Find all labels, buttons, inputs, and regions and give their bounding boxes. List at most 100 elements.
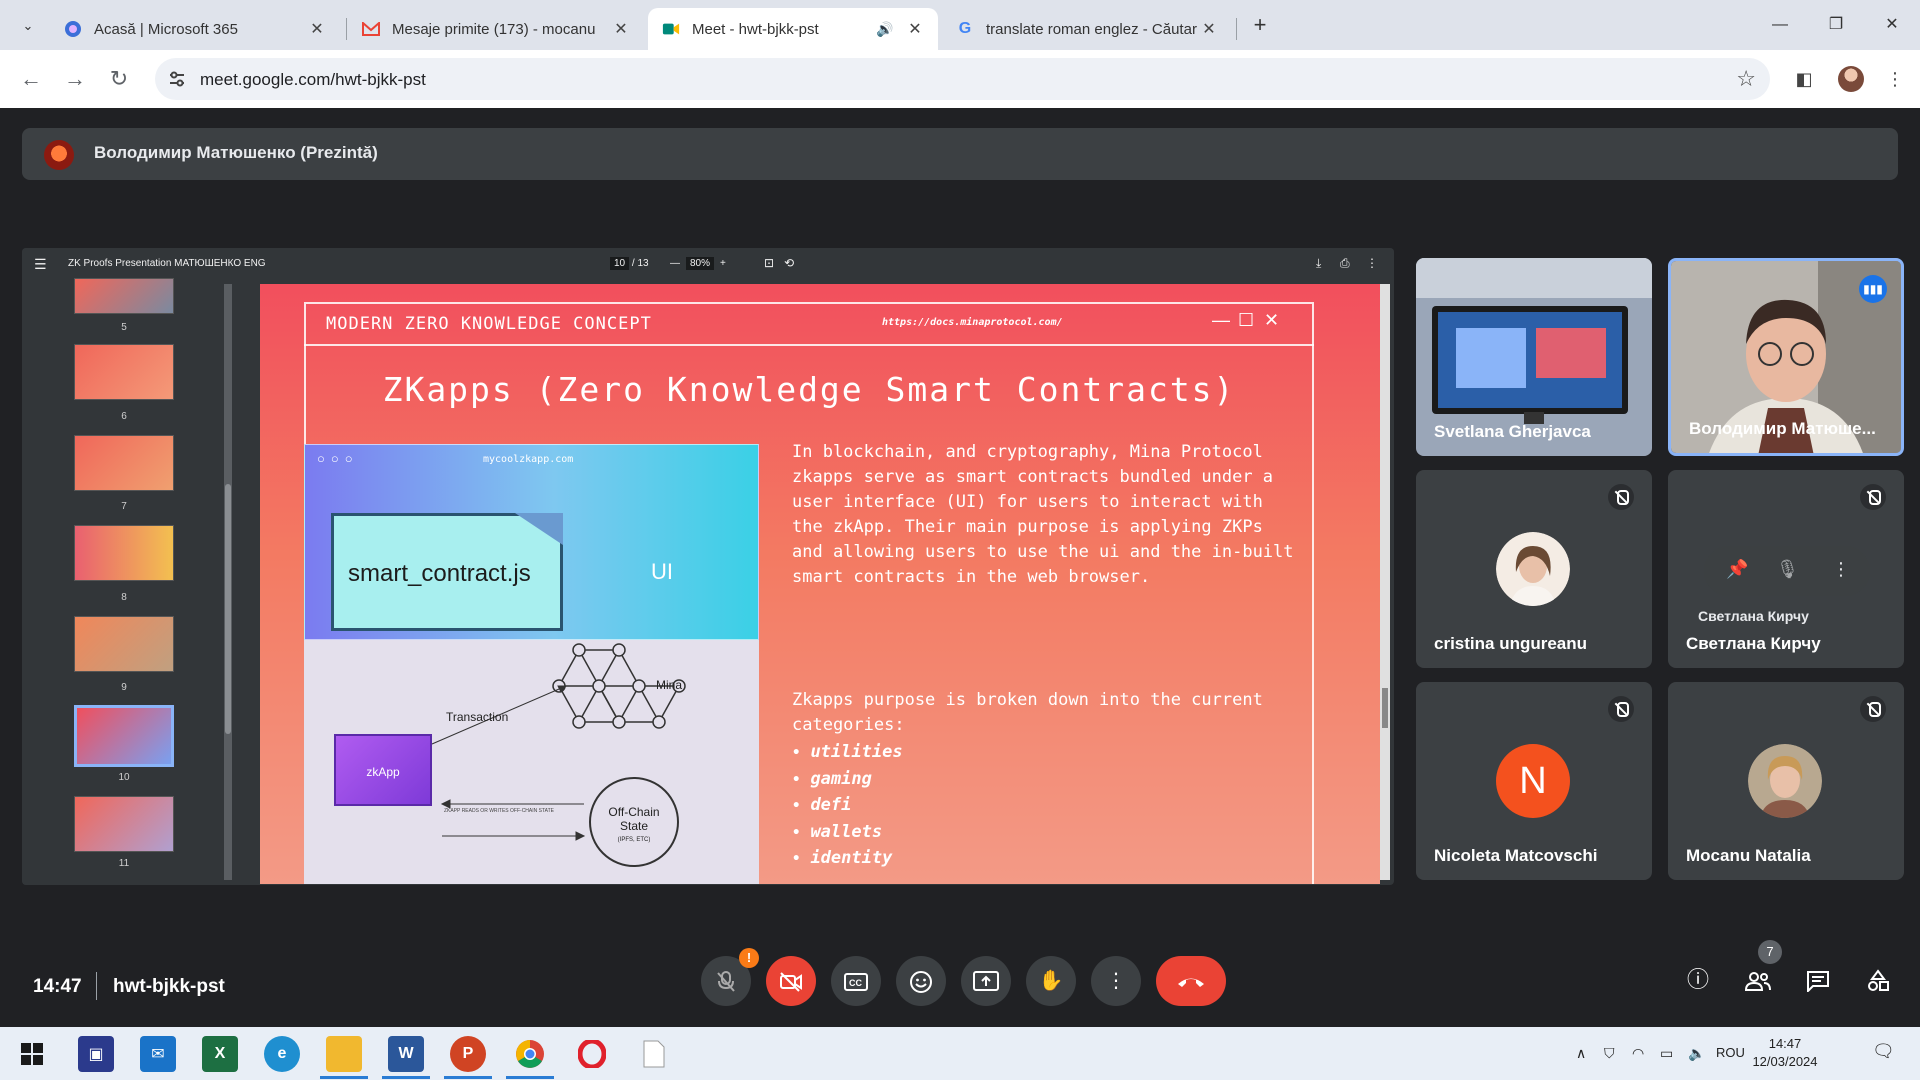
- captions-button[interactable]: CC: [831, 956, 881, 1006]
- tab-gmail[interactable]: Mesaje primite (173) - mocanu ✕: [348, 8, 644, 50]
- new-tab-button[interactable]: +: [1246, 11, 1274, 39]
- window-dots-icon: ○○○: [317, 451, 359, 466]
- page-indicator[interactable]: 10 / 13: [610, 257, 649, 270]
- slide-minimize-icon: —: [1212, 310, 1230, 330]
- tab-meet[interactable]: Meet - hwt-bjkk-pst 🔊 ✕: [648, 8, 938, 50]
- thumbnail-page[interactable]: [74, 616, 174, 672]
- participant-tile-active-speaker[interactable]: ▮▮▮ Володимир Матюше...: [1668, 258, 1904, 456]
- file-explorer-icon[interactable]: [326, 1036, 362, 1072]
- browser-tab-strip: ⌄ Acasă | Microsoft 365 ✕ Mesaje primite…: [0, 0, 1920, 50]
- browser-toolbar: ← → ↻ meet.google.com/hwt-bjkk-pst ☆ ◧ ⋮: [0, 50, 1920, 108]
- download-icon[interactable]: ⤓: [1316, 256, 1321, 271]
- reactions-button[interactable]: [896, 956, 946, 1006]
- zoom-in-icon[interactable]: +: [720, 258, 726, 269]
- pdf-toolbar: ☰ ZK Proofs Presentation МАТЮШЕНКО ENG 1…: [22, 248, 1394, 280]
- close-window-button[interactable]: ✕: [1870, 10, 1914, 40]
- leave-call-button[interactable]: [1156, 956, 1226, 1006]
- speaker-icon[interactable]: 🔊: [874, 21, 896, 38]
- shared-screen-pdf-viewer[interactable]: ☰ ZK Proofs Presentation МАТЮШЕНКО ENG 1…: [22, 248, 1394, 885]
- mail-icon[interactable]: ✉: [140, 1036, 176, 1072]
- page-number[interactable]: 10: [610, 257, 630, 270]
- volume-icon[interactable]: 🔈: [1688, 1045, 1705, 1062]
- show-hidden-icons-chevron-icon[interactable]: ∧: [1576, 1045, 1586, 1062]
- chrome-menu-icon[interactable]: ⋮: [1880, 64, 1910, 94]
- thumbnail-page[interactable]: [74, 278, 174, 314]
- participant-count-badge: 7: [1758, 940, 1782, 964]
- powerpoint-icon[interactable]: P: [450, 1036, 486, 1072]
- blank-document-icon[interactable]: [636, 1036, 672, 1072]
- chat-icon[interactable]: [1798, 960, 1838, 1000]
- participant-tile[interactable]: Svetlana Gherjavca: [1416, 258, 1652, 456]
- close-tab-icon[interactable]: ✕: [308, 19, 326, 39]
- page-scrollbar[interactable]: [1380, 284, 1390, 880]
- windows-start-icon[interactable]: [14, 1036, 50, 1072]
- participant-tile[interactable]: cristina ungureanu: [1416, 470, 1652, 668]
- zoom-level[interactable]: 80%: [686, 257, 715, 270]
- more-options-icon[interactable]: ⋮: [1832, 559, 1850, 580]
- menu-icon[interactable]: ☰: [34, 256, 47, 273]
- more-options-button[interactable]: ⋮: [1091, 956, 1141, 1006]
- notifications-icon[interactable]: 🗨: [1872, 1041, 1895, 1062]
- opera-icon[interactable]: [574, 1036, 610, 1072]
- address-bar[interactable]: meet.google.com/hwt-bjkk-pst ☆: [155, 58, 1770, 100]
- close-tab-icon[interactable]: ✕: [612, 19, 630, 39]
- thumbnail-scrollbar[interactable]: [224, 284, 232, 880]
- side-panel-icon[interactable]: ◧: [1789, 64, 1819, 94]
- people-icon[interactable]: [1738, 960, 1778, 1000]
- system-clock[interactable]: 14:47 12/03/2024: [1745, 1035, 1825, 1071]
- raise-hand-button[interactable]: ✋: [1026, 956, 1076, 1006]
- thumbnail-page[interactable]: [74, 525, 174, 581]
- participant-tile[interactable]: Mocanu Natalia: [1668, 682, 1904, 880]
- meeting-details-icon[interactable]: ⓘ: [1678, 960, 1718, 1000]
- muted-mic-icon: [1860, 484, 1886, 510]
- tab-google-search[interactable]: G translate roman englez - Căutar ✕: [942, 8, 1232, 50]
- print-icon[interactable]: ⎙: [1340, 256, 1350, 271]
- scrollbar-thumb[interactable]: [1382, 688, 1388, 728]
- slide-maximize-icon: ☐: [1238, 310, 1255, 330]
- tab-microsoft-365[interactable]: Acasă | Microsoft 365 ✕: [50, 8, 340, 50]
- mockup-url: mycoolzkapp.com: [483, 454, 574, 465]
- battery-icon[interactable]: ▭: [1660, 1045, 1673, 1062]
- google-meet-icon: [662, 20, 680, 38]
- present-now-button[interactable]: [961, 956, 1011, 1006]
- thumbnail-page-selected[interactable]: [74, 705, 174, 767]
- more-options-icon[interactable]: ⋮: [1366, 256, 1378, 270]
- site-settings-icon[interactable]: [167, 69, 187, 89]
- scrollbar-thumb[interactable]: [225, 484, 231, 734]
- thumbnail-page[interactable]: [74, 796, 174, 852]
- fit-page-icon[interactable]: ⊡: [764, 256, 774, 270]
- url-text[interactable]: meet.google.com/hwt-bjkk-pst: [200, 70, 426, 90]
- zoom-out-icon[interactable]: —: [670, 258, 680, 269]
- minimize-button[interactable]: —: [1758, 10, 1802, 40]
- close-tab-icon[interactable]: ✕: [1200, 19, 1218, 39]
- restore-button[interactable]: ❐: [1814, 10, 1858, 40]
- rotate-icon[interactable]: ⟲: [784, 256, 794, 270]
- input-language[interactable]: ROU: [1716, 1045, 1745, 1060]
- back-button[interactable]: ←: [16, 64, 46, 94]
- transaction-label: Transaction: [446, 710, 509, 724]
- slide-header-label: MODERN ZERO KNOWLEDGE CONCEPT: [326, 314, 652, 334]
- forward-button[interactable]: →: [60, 64, 90, 94]
- pin-icon[interactable]: 📌: [1726, 559, 1748, 580]
- profile-avatar[interactable]: [1838, 66, 1864, 92]
- edge-icon[interactable]: e: [264, 1036, 300, 1072]
- activities-icon[interactable]: [1858, 960, 1898, 1000]
- save-disk-icon[interactable]: ▣: [78, 1036, 114, 1072]
- excel-icon[interactable]: X: [202, 1036, 238, 1072]
- reload-button[interactable]: ↻: [104, 64, 134, 94]
- security-shield-icon[interactable]: ⛉: [1604, 1045, 1615, 1062]
- microphone-off-button[interactable]: !: [701, 948, 759, 1006]
- slide-window-header: MODERN ZERO KNOWLEDGE CONCEPT https://do…: [304, 302, 1314, 346]
- thumbnail-page[interactable]: [74, 344, 174, 400]
- tab-search-chevron-icon[interactable]: ⌄: [14, 12, 42, 40]
- bookmark-star-icon[interactable]: ☆: [1736, 66, 1756, 92]
- thumbnail-page[interactable]: [74, 435, 174, 491]
- word-icon[interactable]: W: [388, 1036, 424, 1072]
- participant-tile[interactable]: N Nicoleta Matcovschi: [1416, 682, 1652, 880]
- wifi-icon[interactable]: ◠: [1632, 1045, 1644, 1062]
- chrome-icon[interactable]: [512, 1036, 548, 1072]
- participant-tile-hovered[interactable]: 📌 🎙 ⋮ Светлана Кирчу Светлана Кирчу: [1668, 470, 1904, 668]
- mute-for-all-icon[interactable]: 🎙: [1776, 559, 1799, 580]
- camera-off-button[interactable]: [766, 956, 816, 1006]
- close-tab-icon[interactable]: ✕: [906, 19, 924, 39]
